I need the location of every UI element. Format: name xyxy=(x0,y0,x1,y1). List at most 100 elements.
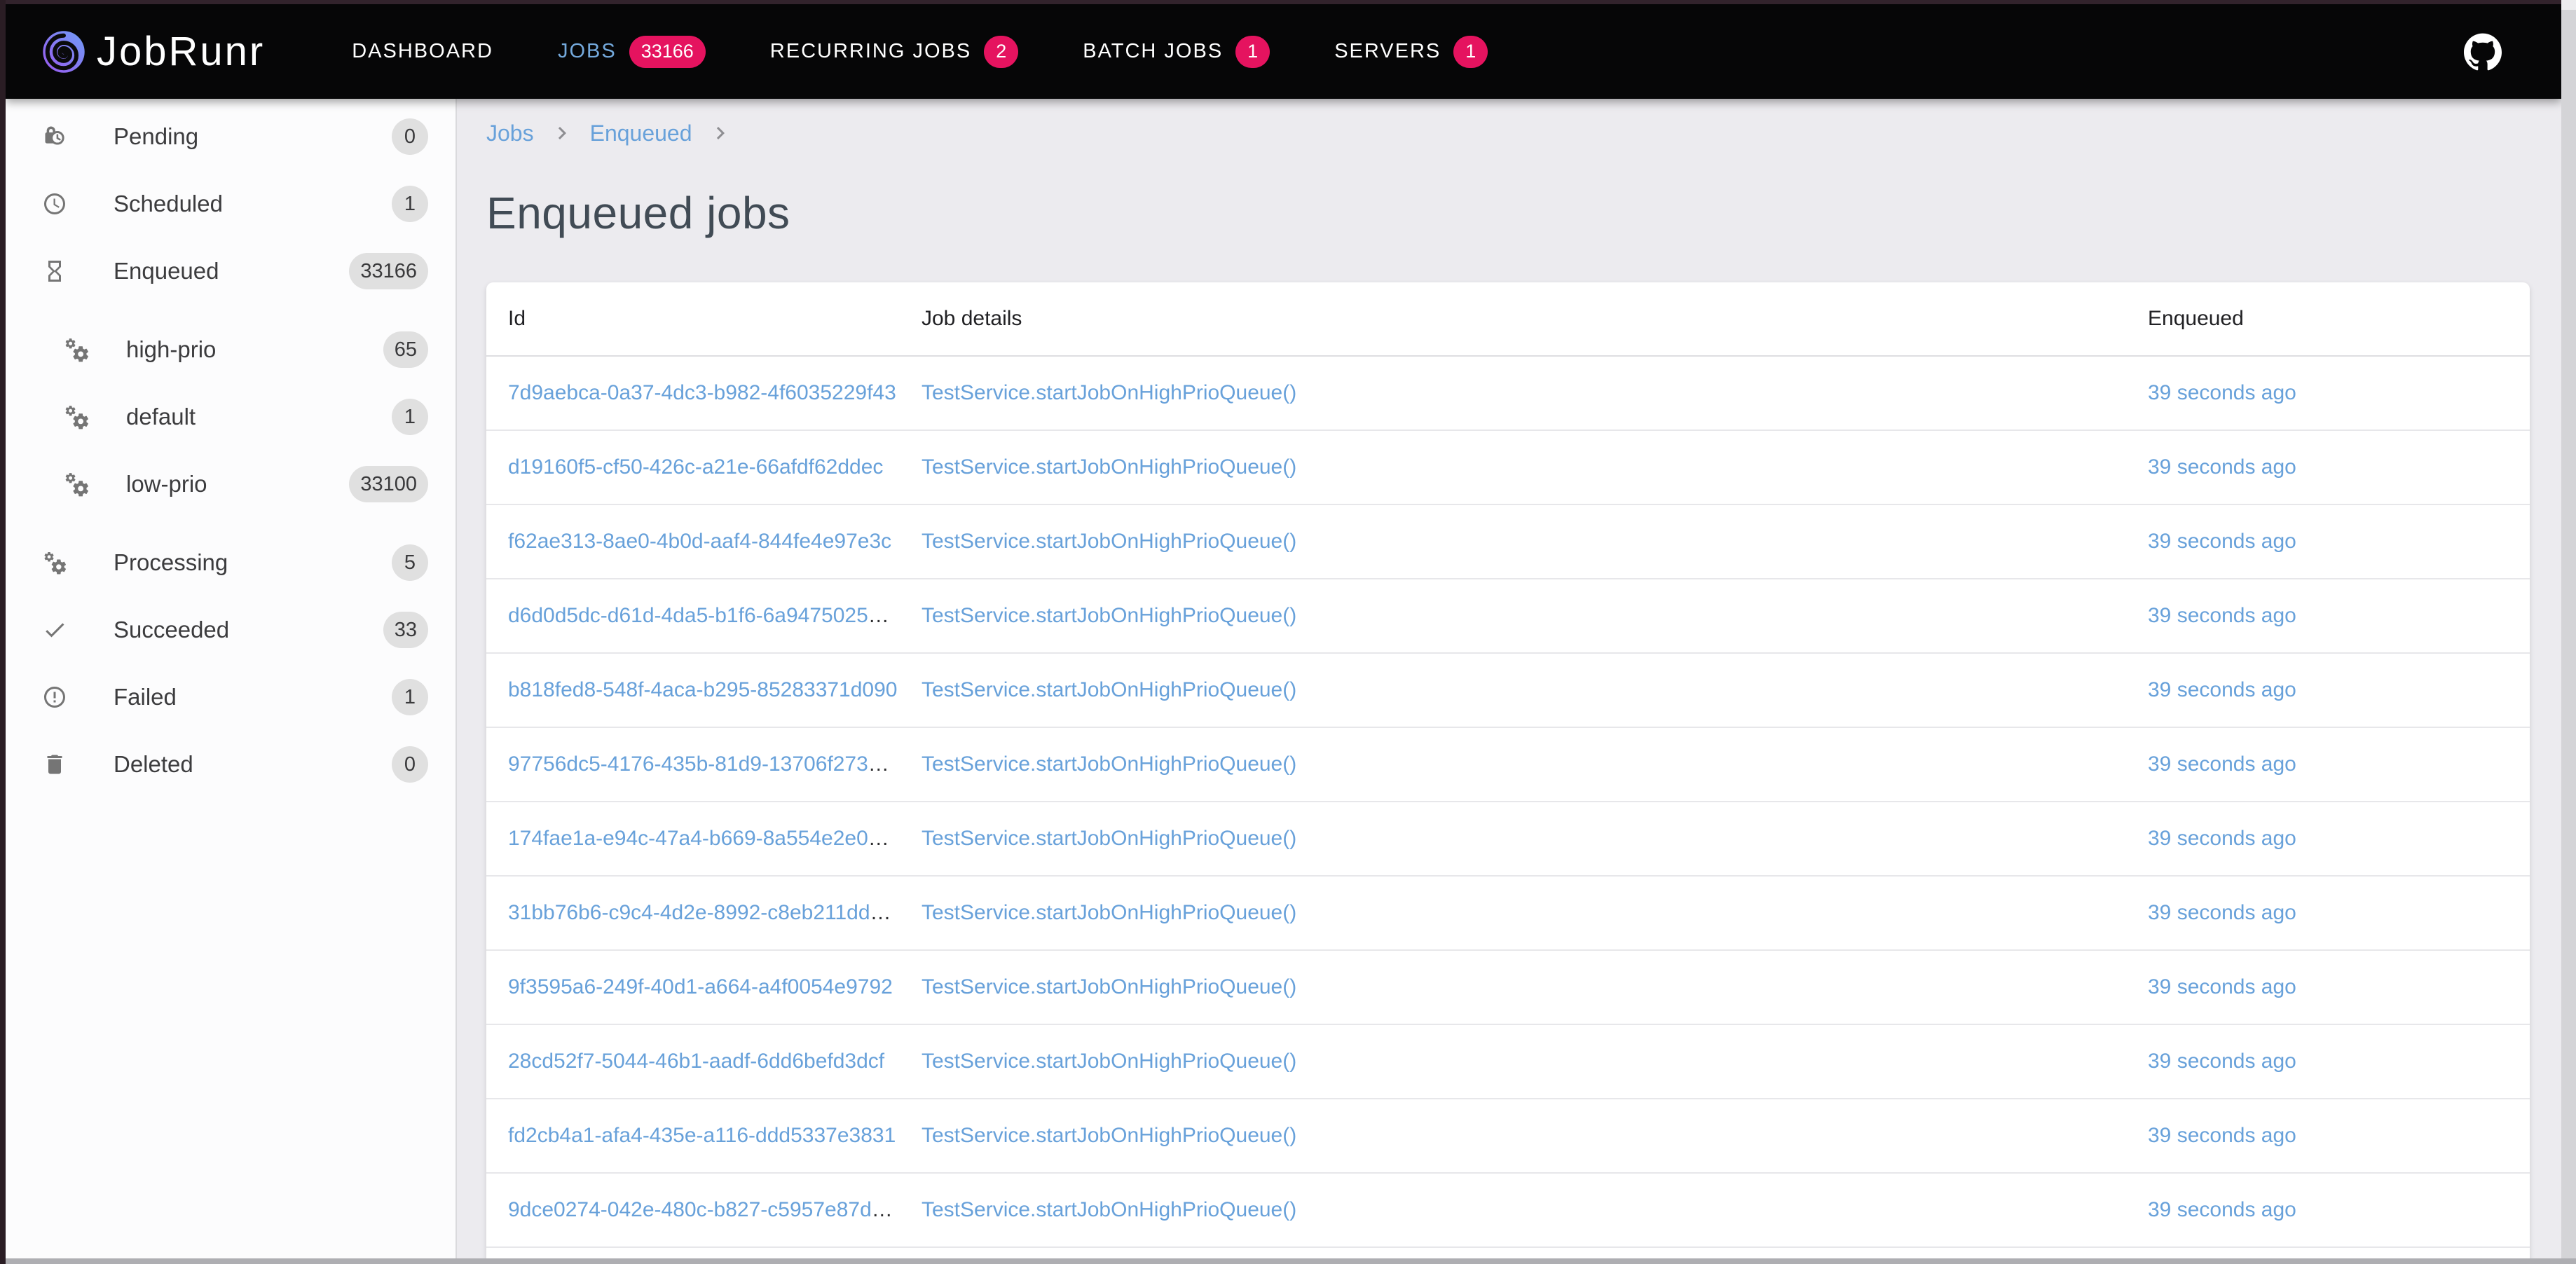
job-details-link[interactable]: TestService.startJobOnHighPrioQueue() xyxy=(922,455,1296,479)
job-details-link[interactable]: TestService.startJobOnHighPrioQueue() xyxy=(922,975,1296,998)
job-id-link[interactable]: 7d9aebca-0a37-4dc3-b982-4f6035229f43 xyxy=(508,381,896,404)
error-icon xyxy=(42,683,70,711)
job-id-link[interactable]: b818fed8-548f-4aca-b295-85283371d090 xyxy=(508,678,897,701)
job-details-link[interactable]: TestService.startJobOnHighPrioQueue() xyxy=(922,678,1296,701)
job-details-link[interactable]: TestService.startJobOnHighPrioQueue() xyxy=(922,381,1296,404)
nav-item-label: JOBS xyxy=(558,40,617,63)
page-scrollbar[interactable] xyxy=(2561,0,2576,1264)
table-row: 174fae1a-e94c-47a4-b669-8a554e2e0… TestS… xyxy=(486,802,2530,877)
sidebar-count-badge: 1 xyxy=(392,186,428,222)
sidebar-item-failed[interactable]: Failed 1 xyxy=(6,664,455,731)
gears-icon xyxy=(42,549,70,577)
brand-home-link[interactable]: JobRunr xyxy=(42,28,265,75)
job-enqueued-time-link[interactable]: 39 seconds ago xyxy=(2148,381,2296,404)
sidebar-item-enqueued[interactable]: Enqueued 33166 xyxy=(6,238,455,305)
job-details-link[interactable]: TestService.startJobOnHighPrioQueue() xyxy=(922,1050,1296,1073)
check-icon xyxy=(42,616,70,644)
sidebar-item-pending[interactable]: Pending 0 xyxy=(6,103,455,170)
jobs-table-card: Id Job details Enqueued 7d9aebca-0a37-4d… xyxy=(486,282,2530,1264)
table-row: 9f3595a6-249f-40d1-a664-a4f0054e9792… Te… xyxy=(486,951,2530,1025)
sidebar-item-high-prio[interactable]: high-prio 65 xyxy=(6,316,455,383)
job-id-link[interactable]: 9f3595a6-249f-40d1-a664-a4f0054e9792 xyxy=(508,975,893,998)
sidebar-item-deleted[interactable]: Deleted 0 xyxy=(6,731,455,798)
sidebar-count-badge: 1 xyxy=(392,399,428,435)
nav-item-jobs[interactable]: JOBS 33166 xyxy=(558,36,706,68)
job-enqueued-time-link[interactable]: 39 seconds ago xyxy=(2148,827,2296,850)
nav-count-badge: 2 xyxy=(984,36,1018,68)
window-edge-top xyxy=(0,0,2576,4)
sidebar-item-label: Failed xyxy=(114,684,177,710)
nav-menu: DASHBOARD JOBS 33166 RECURRING JOBS 2 BA… xyxy=(352,36,1488,68)
job-enqueued-time-link[interactable]: 39 seconds ago xyxy=(2148,1124,2296,1147)
job-enqueued-time-link[interactable]: 39 seconds ago xyxy=(2148,678,2296,701)
job-enqueued-time-link[interactable]: 39 seconds ago xyxy=(2148,901,2296,924)
sidebar-item-label: Enqueued xyxy=(114,258,219,284)
breadcrumb-link-enqueued[interactable]: Enqueued xyxy=(590,121,692,146)
nav-item-label: SERVERS xyxy=(1334,40,1441,63)
job-id-link[interactable]: 97756dc5-4176-435b-81d9-13706f273 xyxy=(508,753,868,776)
scrollbar-top-cap xyxy=(2561,0,2576,10)
brand-name: JobRunr xyxy=(97,28,265,75)
main-content: JobsEnqueued Enqueued jobs Id Job detail… xyxy=(458,99,2561,1258)
sidebar-count-badge: 0 xyxy=(392,118,428,155)
sidebar-item-label: low-prio xyxy=(126,471,207,497)
job-id-link[interactable]: fd2cb4a1-afa4-435e-a116-ddd5337e3831 xyxy=(508,1124,896,1147)
sidebar-item-succeeded[interactable]: Succeeded 33 xyxy=(6,596,455,664)
job-enqueued-time-link[interactable]: 39 seconds ago xyxy=(2148,753,2296,776)
job-details-link[interactable]: TestService.startJobOnHighPrioQueue() xyxy=(922,901,1296,924)
job-enqueued-time-link[interactable]: 39 seconds ago xyxy=(2148,1050,2296,1073)
table-row: d19160f5-cf50-426c-a21e-66afdf62ddec… Te… xyxy=(486,431,2530,505)
sidebar-item-label: Scheduled xyxy=(114,191,223,217)
job-enqueued-time-link[interactable]: 39 seconds ago xyxy=(2148,455,2296,479)
job-id-link[interactable]: 9dce0274-042e-480c-b827-c5957e87d xyxy=(508,1198,872,1221)
sidebar-count-badge: 33166 xyxy=(349,253,428,289)
job-details-link[interactable]: TestService.startJobOnHighPrioQueue() xyxy=(922,1124,1296,1147)
top-nav: JobRunr DASHBOARD JOBS 33166 RECURRING J… xyxy=(6,4,2561,99)
job-enqueued-time-link[interactable]: 39 seconds ago xyxy=(2148,1198,2296,1221)
table-row: fd2cb4a1-afa4-435e-a116-ddd5337e3831… Te… xyxy=(486,1099,2530,1174)
job-id-link[interactable]: d6d0d5dc-d61d-4da5-b1f6-6a9475025 xyxy=(508,604,868,627)
gears-icon xyxy=(63,470,91,498)
sidebar-item-low-prio[interactable]: low-prio 33100 xyxy=(6,451,455,518)
jobrunr-logo-icon xyxy=(42,30,85,74)
sidebar-count-badge: 5 xyxy=(392,544,428,581)
clock-icon xyxy=(42,190,70,218)
table-row: f62ae313-8ae0-4b0d-aaf4-844fe4e97e3c… Te… xyxy=(486,505,2530,579)
sidebar-item-default[interactable]: default 1 xyxy=(6,383,455,451)
table-row: 31bb76b6-c9c4-4d2e-8992-c8eb211dd… TestS… xyxy=(486,877,2530,951)
job-id-link[interactable]: 28cd52f7-5044-46b1-aadf-6dd6befd3dcf xyxy=(508,1050,884,1073)
nav-item-servers[interactable]: SERVERS 1 xyxy=(1334,36,1488,68)
job-details-link[interactable]: TestService.startJobOnHighPrioQueue() xyxy=(922,604,1296,627)
truncation-ellipsis: … xyxy=(868,753,889,776)
sidebar-item-scheduled[interactable]: Scheduled 1 xyxy=(6,170,455,238)
lock-clock-icon xyxy=(42,123,70,151)
github-link[interactable] xyxy=(2464,33,2502,71)
job-details-link[interactable]: TestService.startJobOnHighPrioQueue() xyxy=(922,530,1296,553)
job-details-link[interactable]: TestService.startJobOnHighPrioQueue() xyxy=(922,753,1296,776)
nav-item-recurring-jobs[interactable]: RECURRING JOBS 2 xyxy=(770,36,1018,68)
sidebar-item-label: high-prio xyxy=(126,336,216,363)
job-id-link[interactable]: 174fae1a-e94c-47a4-b669-8a554e2e0 xyxy=(508,827,868,850)
truncation-ellipsis: … xyxy=(872,1198,893,1221)
job-enqueued-time-link[interactable]: 39 seconds ago xyxy=(2148,604,2296,627)
sidebar-item-processing[interactable]: Processing 5 xyxy=(6,529,455,596)
job-details-link[interactable]: TestService.startJobOnHighPrioQueue() xyxy=(922,827,1296,850)
gears-icon xyxy=(63,403,91,431)
job-id-link[interactable]: 31bb76b6-c9c4-4d2e-8992-c8eb211dd xyxy=(508,901,870,924)
nav-item-batch-jobs[interactable]: BATCH JOBS 1 xyxy=(1083,36,1270,68)
window-edge-bottom xyxy=(0,1258,2576,1264)
github-icon xyxy=(2464,33,2502,71)
job-id-link[interactable]: f62ae313-8ae0-4b0d-aaf4-844fe4e97e3c xyxy=(508,530,891,553)
sidebar-item-label: Processing xyxy=(114,549,228,576)
sidebar-item-label: Deleted xyxy=(114,751,193,778)
job-id-link[interactable]: d19160f5-cf50-426c-a21e-66afdf62ddec xyxy=(508,455,883,479)
window-edge-left xyxy=(0,0,6,1264)
sidebar-count-badge: 33 xyxy=(383,612,428,648)
job-enqueued-time-link[interactable]: 39 seconds ago xyxy=(2148,530,2296,553)
nav-item-dashboard[interactable]: DASHBOARD xyxy=(352,40,493,63)
trash-icon xyxy=(42,750,70,778)
job-details-link[interactable]: TestService.startJobOnHighPrioQueue() xyxy=(922,1198,1296,1221)
breadcrumb-link-jobs[interactable]: Jobs xyxy=(486,121,534,146)
job-enqueued-time-link[interactable]: 39 seconds ago xyxy=(2148,975,2296,998)
sidebar-item-label: Pending xyxy=(114,123,198,150)
